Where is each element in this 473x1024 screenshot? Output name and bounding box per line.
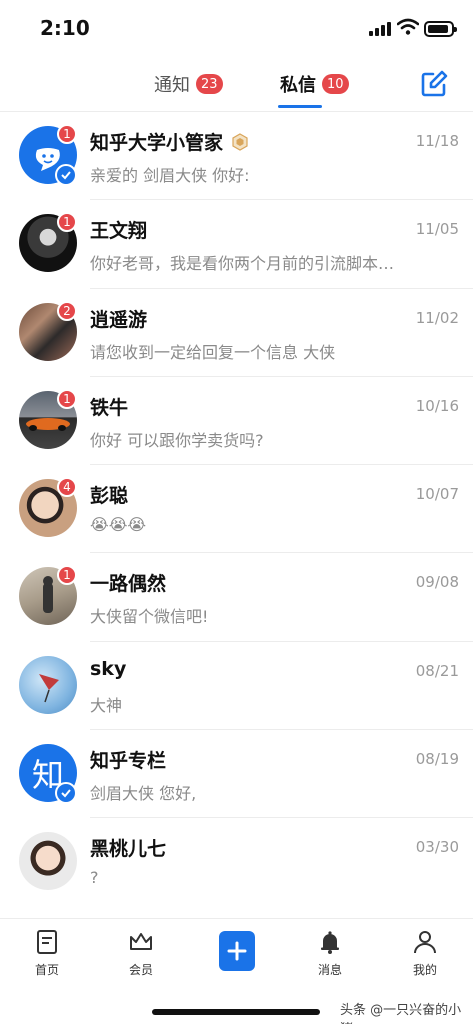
- bottom-nav: 首页 会员 消息 我的 头条 @一只兴奋的小: [0, 918, 473, 1024]
- nav-label: 消息: [317, 963, 342, 977]
- message-item[interactable]: sky 08/21 大神: [0, 642, 473, 731]
- message-preview: 亲爱的 剑眉大侠 你好:: [90, 166, 250, 185]
- message-preview: 你好老哥，我是看你两个月前的引流脚本…: [90, 254, 395, 274]
- message-list: 1 知乎大学小管家 11/18 亲爱的 剑眉大侠 你好: 1 王文翔 11/05…: [0, 112, 473, 907]
- message-item[interactable]: 知 知乎专栏 08/19 剑眉大侠 您好,: [0, 730, 473, 819]
- create-button[interactable]: [219, 931, 255, 971]
- verified-icon: [55, 164, 77, 186]
- crown-icon: [130, 933, 152, 950]
- tab-label: 通知: [154, 75, 190, 96]
- nav-messages[interactable]: 消息: [300, 929, 360, 978]
- message-date: 08/19: [415, 750, 459, 769]
- home-icon: [37, 930, 57, 954]
- message-date: 09/08: [415, 573, 459, 592]
- nav-label: 首页: [34, 963, 59, 977]
- sender-name: 黑桃儿七: [90, 838, 167, 861]
- sky-avatar: [19, 655, 77, 714]
- tab-private-messages[interactable]: 私信 10: [280, 70, 349, 98]
- gold-badge-icon: [232, 132, 248, 151]
- compose-icon[interactable]: [418, 68, 450, 100]
- message-preview: 大侠留个微信吧!: [90, 607, 209, 627]
- bell-icon: [321, 931, 339, 954]
- nav-label: 会员: [128, 963, 153, 977]
- message-date: 11/02: [415, 308, 459, 327]
- battery-icon: [424, 21, 457, 37]
- status-time: 2:10: [40, 16, 90, 40]
- wifi-icon: [397, 18, 419, 35]
- message-date: 11/05: [415, 220, 459, 239]
- message-item[interactable]: 1 铁牛 10/16 你好 可以跟你学卖货吗?: [0, 377, 473, 466]
- tab-badge: 23: [196, 74, 223, 94]
- message-item[interactable]: 1 一路偶然 09/08 大侠留个微信吧!: [0, 553, 473, 642]
- message-preview: 大神: [90, 695, 123, 715]
- message-date: 10/07: [415, 485, 459, 504]
- message-date: 08/21: [415, 661, 459, 680]
- sender-name: 知乎专栏: [90, 750, 167, 773]
- home-indicator: [152, 1009, 320, 1015]
- sender-name: 王文翔: [90, 220, 148, 243]
- nav-profile[interactable]: 我的: [395, 929, 455, 978]
- message-preview: 你好 可以跟你学卖货吗?: [90, 430, 264, 450]
- unread-badge: 2: [57, 300, 77, 321]
- avatar: [19, 832, 77, 891]
- unread-badge: 1: [57, 388, 77, 409]
- message-item[interactable]: 2 逍遥游 11/02 请您收到一定给回复一个信息 大侠: [0, 289, 473, 377]
- nav-membership[interactable]: 会员: [111, 929, 171, 978]
- sender-name: 一路偶然: [90, 573, 167, 596]
- verified-icon: [55, 782, 77, 805]
- message-item[interactable]: 黑桃儿七 03/30 ?: [0, 818, 473, 906]
- message-item[interactable]: 1 知乎大学小管家 11/18 亲爱的 剑眉大侠 你好:: [0, 112, 473, 201]
- tab-notifications[interactable]: 通知 23: [154, 70, 223, 98]
- tab-badge: 10: [322, 74, 349, 94]
- message-item[interactable]: 4 彭聪 10/07 😭😭😭: [0, 465, 473, 554]
- message-preview: ?: [90, 868, 99, 888]
- message-preview: 剑眉大侠 您好,: [90, 784, 197, 804]
- sender-name: 逍遥游: [90, 308, 148, 331]
- watermark: 头条 @一只兴奋的小猪: [340, 1003, 462, 1024]
- signal-icon: [369, 22, 391, 36]
- message-date: 10/16: [415, 396, 459, 415]
- plus-icon: [227, 941, 247, 961]
- sender-name: 铁牛: [90, 396, 129, 419]
- message-item[interactable]: 1 王文翔 11/05 你好老哥，我是看你两个月前的引流脚本…: [0, 200, 473, 289]
- active-tab-indicator: [278, 105, 322, 108]
- nav-label: 我的: [412, 963, 437, 977]
- tabs-header: 通知 23 私信 10: [0, 56, 473, 112]
- unread-badge: 1: [57, 124, 77, 144]
- person-icon: [414, 931, 436, 954]
- message-preview: 😭😭😭: [90, 515, 147, 535]
- messages-screen: 2:10 通知 23 私信 10 1 知乎大学小管家 11/18 亲爱的 剑眉大…: [0, 0, 473, 1024]
- tab-label: 私信: [280, 75, 316, 96]
- message-preview: 请您收到一定给回复一个信息 大侠: [90, 342, 336, 362]
- message-date: 03/30: [415, 838, 459, 857]
- sender-name: 彭聪: [90, 485, 129, 508]
- message-date: 11/18: [415, 132, 459, 150]
- sender-name: sky: [90, 657, 127, 680]
- nav-home[interactable]: 首页: [17, 929, 77, 978]
- sender-name: 知乎大学小管家: [90, 128, 249, 155]
- status-bar: 2:10: [0, 0, 473, 56]
